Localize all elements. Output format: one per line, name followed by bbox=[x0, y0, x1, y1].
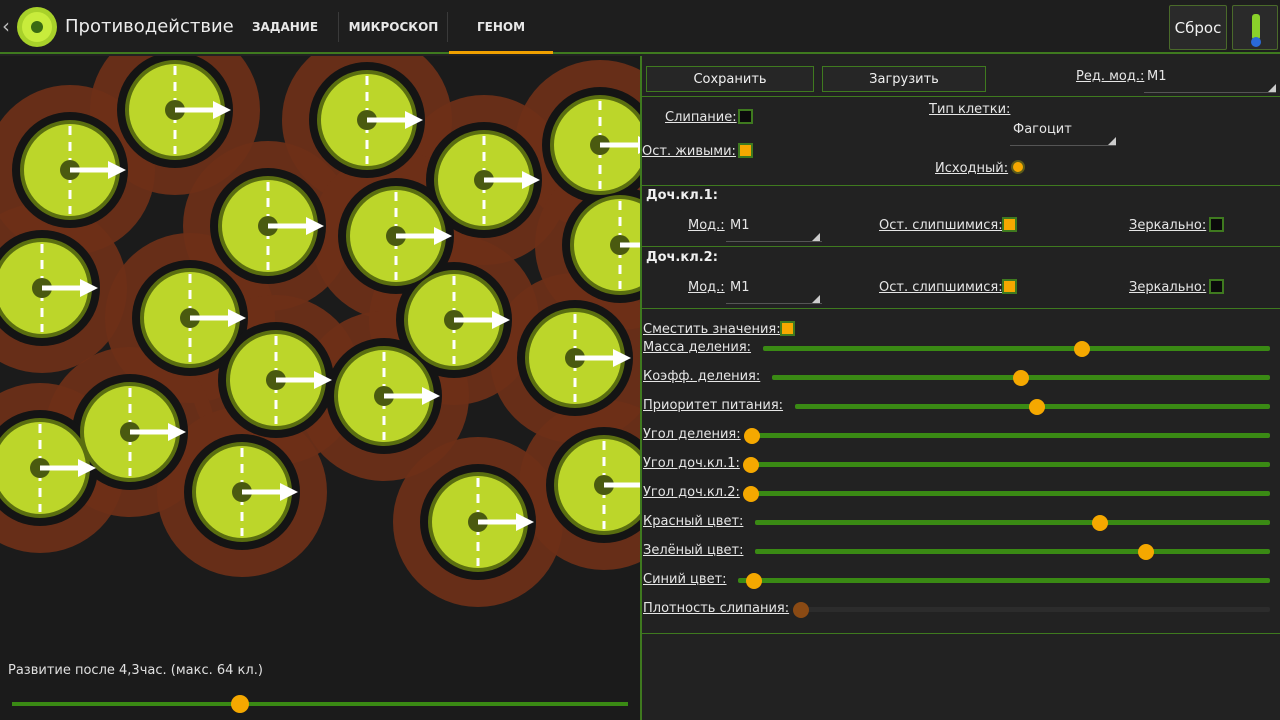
slider-label: Приоритет питания: bbox=[643, 398, 784, 413]
dropdown-arrow-icon[interactable] bbox=[812, 295, 820, 303]
dropdown-arrow-icon[interactable] bbox=[1268, 84, 1276, 92]
child1-mirror-label: Зеркально: bbox=[1129, 218, 1207, 233]
slider-track[interactable] bbox=[763, 346, 1270, 351]
slider-track[interactable] bbox=[752, 433, 1270, 438]
slider-thumb[interactable] bbox=[1029, 399, 1046, 415]
slider-label: Синий цвет: bbox=[643, 572, 727, 587]
slider-track[interactable] bbox=[751, 491, 1270, 496]
load-button[interactable]: Загрузить bbox=[822, 66, 986, 92]
slider-track[interactable] bbox=[801, 607, 1270, 612]
thermometer-bulb bbox=[1251, 37, 1261, 47]
back-chevron-icon[interactable]: ‹ bbox=[2, 14, 10, 38]
child2-mirror-label: Зеркально: bbox=[1129, 280, 1207, 295]
child2-stay-stuck-label: Ост. слипшимися: bbox=[879, 280, 1003, 295]
child1-mode-spinner[interactable]: M1 bbox=[730, 218, 750, 233]
child2-mirror-checkbox[interactable] bbox=[1209, 279, 1224, 294]
tab-divider bbox=[338, 12, 339, 42]
cell-canvas bbox=[0, 56, 640, 607]
child1-mode-label: Мод.: bbox=[688, 218, 725, 233]
slider-label: Угол доч.кл.1: bbox=[643, 456, 740, 471]
child1-stay-stuck-checkbox[interactable] bbox=[1002, 217, 1017, 232]
slider-thumb[interactable] bbox=[793, 602, 809, 618]
initial-label: Исходный: bbox=[935, 161, 1009, 176]
initial-radio[interactable] bbox=[1011, 160, 1025, 174]
section-divider bbox=[642, 96, 1280, 97]
slider-thumb[interactable] bbox=[743, 457, 759, 473]
section-divider bbox=[642, 633, 1280, 634]
dropdown-arrow-icon[interactable] bbox=[1108, 137, 1116, 145]
app-title: Противодействие bbox=[65, 16, 234, 37]
shift-values-label: Сместить значения: bbox=[643, 322, 781, 337]
child2-title: Доч.кл.2: bbox=[646, 250, 718, 265]
tab-genome[interactable]: ГЕНОМ bbox=[449, 0, 553, 54]
slider-label: Угол деления: bbox=[643, 427, 741, 442]
section-divider bbox=[642, 185, 1280, 186]
child2-mode-spinner[interactable]: M1 bbox=[730, 280, 750, 295]
development-caption: Развитие после 4,3час. (макс. 64 кл.) bbox=[8, 663, 263, 678]
slider-label: Масса деления: bbox=[643, 340, 752, 355]
child2-mode-label: Мод.: bbox=[688, 280, 725, 295]
tab-label: МИКРОСКОП bbox=[348, 20, 439, 34]
tab-microscope[interactable]: МИКРОСКОП bbox=[340, 0, 447, 54]
child1-title: Доч.кл.1: bbox=[646, 188, 718, 203]
slider-track[interactable] bbox=[738, 578, 1270, 583]
child1-stay-stuck-label: Ост. слипшимися: bbox=[879, 218, 1003, 233]
slider-track[interactable] bbox=[755, 520, 1270, 525]
dropdown-arrow-icon[interactable] bbox=[812, 233, 820, 241]
app-logo-icon bbox=[17, 7, 57, 47]
slider-track[interactable] bbox=[755, 549, 1270, 554]
section-divider bbox=[642, 308, 1280, 309]
genome-panel: Сохранить Загрузить Ред. мод.: M1 Слипан… bbox=[642, 56, 1280, 720]
edit-mode-label: Ред. мод.: bbox=[1076, 69, 1145, 84]
slider-thumb[interactable] bbox=[744, 428, 760, 444]
child1-mode-underline bbox=[726, 241, 822, 242]
slider-thumb[interactable] bbox=[1013, 370, 1029, 386]
child2-mode-underline bbox=[726, 303, 822, 304]
stay-alive-label: Ост. живыми: bbox=[642, 144, 736, 159]
time-slider-track[interactable] bbox=[12, 702, 628, 706]
section-divider bbox=[642, 246, 1280, 247]
time-slider-thumb[interactable] bbox=[230, 695, 249, 713]
cell-type-underline bbox=[1010, 145, 1116, 146]
slider-thumb[interactable] bbox=[1074, 341, 1091, 357]
tab-task[interactable]: ЗАДАНИЕ bbox=[235, 0, 335, 54]
tab-divider bbox=[447, 12, 448, 42]
tab-label: ГЕНОМ bbox=[476, 20, 526, 34]
slider-track[interactable] bbox=[751, 462, 1270, 467]
child1-mirror-checkbox[interactable] bbox=[1209, 217, 1224, 232]
edit-mode-spinner[interactable]: M1 bbox=[1147, 69, 1167, 84]
slider-thumb[interactable] bbox=[743, 486, 759, 502]
slider-label: Плотность слипания: bbox=[643, 601, 790, 616]
slider-label: Зелёный цвет: bbox=[643, 543, 744, 558]
cell-type-spinner[interactable]: Фагоцит bbox=[1013, 122, 1072, 137]
slider-thumb[interactable] bbox=[1092, 515, 1109, 531]
slider-label: Красный цвет: bbox=[643, 514, 744, 529]
sticking-checkbox[interactable] bbox=[738, 109, 753, 124]
tab-label: ЗАДАНИЕ bbox=[251, 20, 319, 34]
shift-values-checkbox[interactable] bbox=[780, 321, 795, 336]
active-tab-indicator bbox=[449, 51, 553, 54]
slider-thumb[interactable] bbox=[1138, 544, 1155, 560]
stay-alive-checkbox[interactable] bbox=[738, 143, 753, 158]
action-bar: ‹ Противодействие ЗАДАНИЕ МИКРОСКОП ГЕНО… bbox=[0, 0, 1280, 54]
reset-button[interactable]: Сброс bbox=[1169, 5, 1227, 50]
thermometer-button[interactable] bbox=[1232, 5, 1278, 50]
slider-label: Коэфф. деления: bbox=[643, 369, 761, 384]
slider-label: Угол доч.кл.2: bbox=[643, 485, 740, 500]
sticking-label: Слипание: bbox=[665, 110, 737, 125]
child2-stay-stuck-checkbox[interactable] bbox=[1002, 279, 1017, 294]
save-button[interactable]: Сохранить bbox=[646, 66, 814, 92]
slider-thumb[interactable] bbox=[745, 573, 762, 589]
edit-mode-underline bbox=[1144, 92, 1276, 93]
cell-type-label: Тип клетки: bbox=[929, 102, 1011, 117]
simulation-view[interactable]: Развитие после 4,3час. (макс. 64 кл.) bbox=[0, 56, 640, 720]
